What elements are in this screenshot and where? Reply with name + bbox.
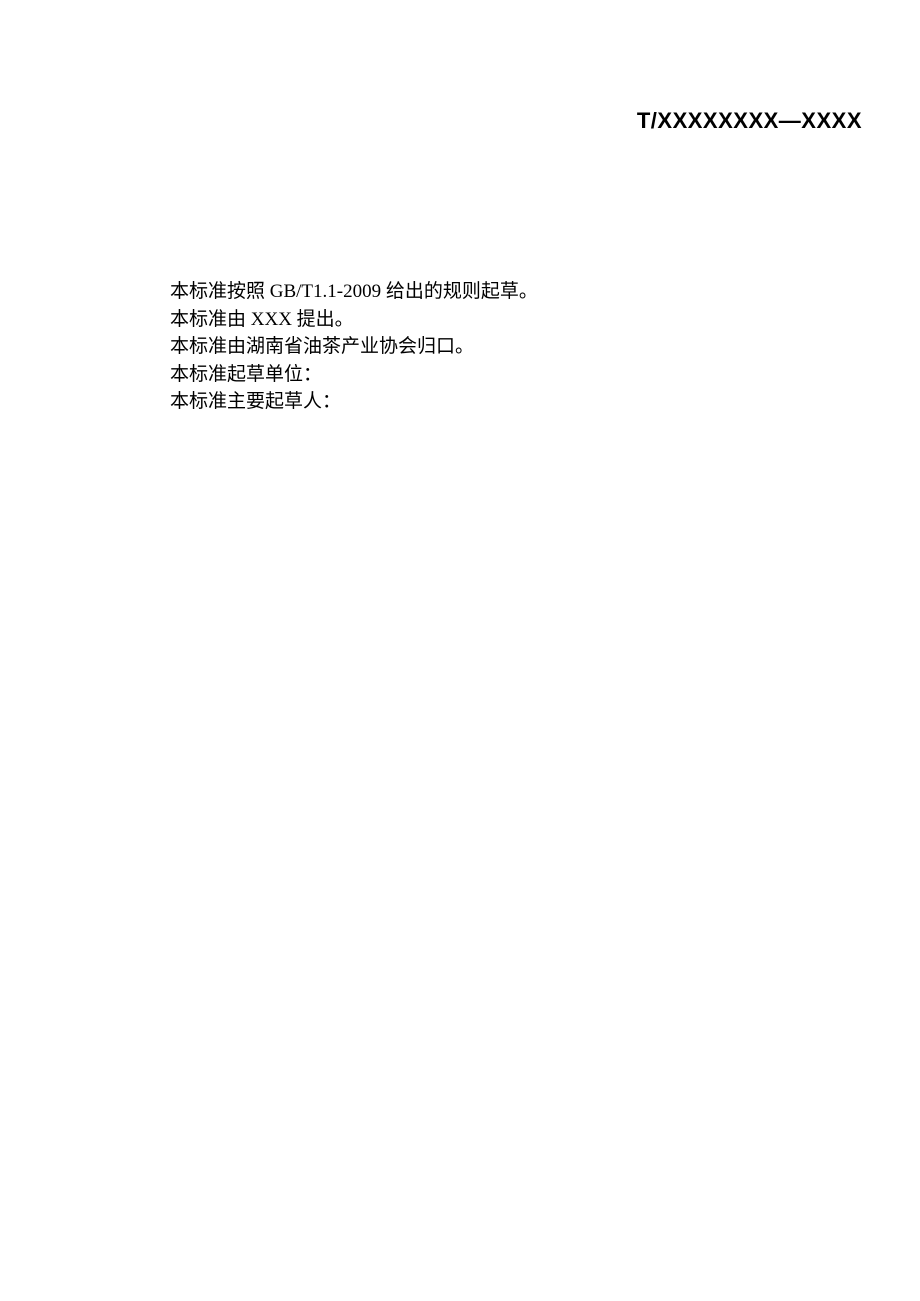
standard-code-header: T/XXXXXXXX—XXXX <box>637 108 862 134</box>
foreword-line-drafting-unit: 本标准起草单位： <box>132 361 792 389</box>
foreword-content: 本标准按照 GB/T1.1-2009 给出的规则起草。 本标准由 XXX 提出。… <box>132 278 792 416</box>
foreword-line-main-drafters: 本标准主要起草人： <box>132 388 792 416</box>
foreword-line-drafting-rule: 本标准按照 GB/T1.1-2009 给出的规则起草。 <box>132 278 792 306</box>
foreword-line-proposed-by: 本标准由 XXX 提出。 <box>132 306 792 334</box>
foreword-line-jurisdiction: 本标准由湖南省油茶产业协会归口。 <box>132 333 792 361</box>
